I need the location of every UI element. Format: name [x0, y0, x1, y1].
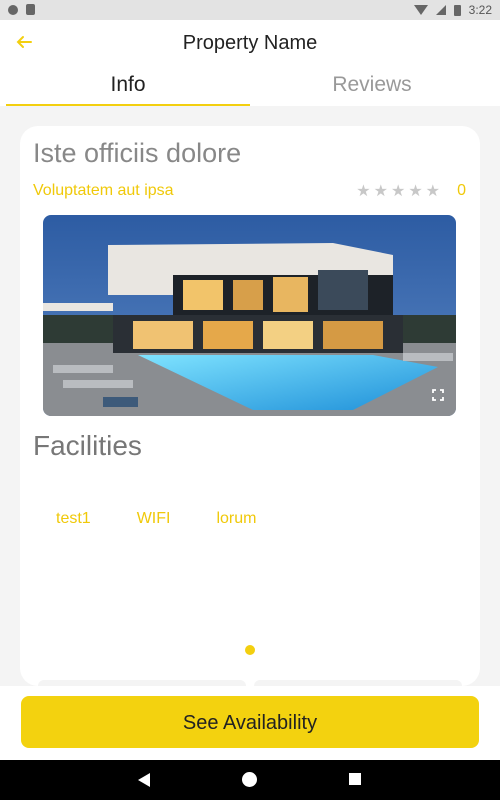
battery-icon [453, 4, 461, 16]
nav-recents-icon[interactable] [349, 773, 361, 785]
status-bar: 3:22 [0, 0, 500, 20]
property-name: Iste officiis dolore [33, 138, 242, 168]
star-icon: ★ [408, 183, 423, 200]
system-nav-bar [0, 760, 500, 800]
cta-area: See Availability [0, 686, 500, 760]
facility-item: test1 [56, 510, 91, 527]
star-icon: ★ [373, 183, 388, 200]
star-rating: ★ ★ ★ ★ ★ [356, 181, 440, 201]
carousel-page-indicator[interactable] [245, 645, 255, 655]
property-photo[interactable] [43, 215, 456, 416]
star-icon: ★ [356, 183, 371, 200]
fullscreen-icon[interactable] [432, 388, 444, 401]
nav-home-icon[interactable] [242, 772, 257, 787]
facilities-list: test1 WIFI lorum [56, 510, 256, 528]
rating-value: 0 [457, 182, 466, 199]
tab-info[interactable]: Info [6, 70, 250, 106]
star-icon: ★ [390, 183, 406, 200]
status-time: 3:22 [468, 3, 492, 17]
nav-back-icon[interactable] [138, 773, 150, 787]
facility-item: WIFI [136, 510, 171, 527]
star-icon: ★ [425, 183, 440, 200]
notification-circle-icon [8, 4, 18, 15]
tab-reviews[interactable]: Reviews [250, 70, 494, 106]
property-subtitle: Voluptatem aut ipsa [33, 182, 174, 199]
wifi-icon [413, 5, 428, 15]
facilities-heading: Facilities [33, 430, 142, 461]
page-title: Property Name [182, 32, 318, 54]
facility-item: lorum [216, 510, 257, 527]
signal-icon [435, 5, 446, 15]
sd-card-icon [26, 4, 35, 15]
tab-bar: Info Reviews [6, 70, 494, 106]
see-availability-button[interactable]: See Availability [21, 696, 479, 748]
property-card: Iste officiis dolore Voluptatem aut ipsa… [20, 126, 480, 688]
app-header: Property Name Info Reviews [0, 20, 500, 106]
